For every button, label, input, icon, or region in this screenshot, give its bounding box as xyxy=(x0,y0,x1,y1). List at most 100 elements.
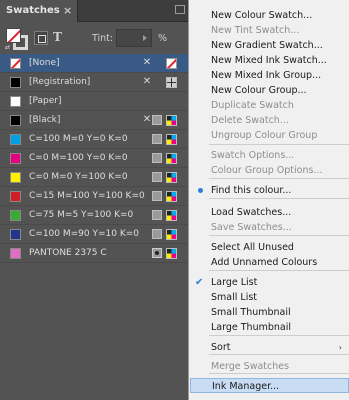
swatch-name: C=15 M=100 Y=100 K=0 xyxy=(29,191,145,201)
process-color-icon xyxy=(152,210,162,220)
menu-item-label: Load Swatches... xyxy=(211,207,292,218)
panel-flyout-menu: New Colour Swatch... New Tint Swatch... Ne… xyxy=(188,0,349,400)
swatch-color-chip xyxy=(10,58,21,69)
menu-item-ungroup-colour-group[interactable]: Ungroup Colour Group xyxy=(189,128,349,143)
menu-item-duplicate-swatch[interactable]: Duplicate Swatch xyxy=(189,98,349,113)
swatch-toolbar: ⇄ T Tint: % xyxy=(0,22,188,54)
swatch-name: C=100 M=90 Y=10 K=0 xyxy=(29,229,140,239)
swatch-row[interactable]: [None] ✕ xyxy=(0,54,188,73)
swatch-color-chip xyxy=(10,153,21,164)
menu-item-small-thumbnail[interactable]: Small Thumbnail xyxy=(189,305,349,320)
menu-item-new-mixed-ink-swatch[interactable]: New Mixed Ink Swatch... xyxy=(189,53,349,68)
menu-separator xyxy=(209,198,349,199)
cmyk-icon xyxy=(166,191,177,202)
swatch-row[interactable]: C=75 M=5 Y=100 K=0 xyxy=(0,206,188,225)
swatch-color-chip xyxy=(10,172,21,183)
process-color-icon xyxy=(152,153,162,163)
menu-item-add-unnamed-colours[interactable]: Add Unnamed Colours xyxy=(189,255,349,270)
menu-item-ink-manager[interactable]: Ink Manager... xyxy=(190,378,349,393)
menu-item-new-tint-swatch[interactable]: New Tint Swatch... xyxy=(189,23,349,38)
swatch-name: C=0 M=100 Y=0 K=0 xyxy=(29,153,128,163)
menu-item-new-gradient-swatch[interactable]: New Gradient Swatch... xyxy=(189,38,349,53)
none-slash-icon xyxy=(11,59,20,68)
menu-item-label: Add Unnamed Colours xyxy=(211,257,318,268)
swatch-list: [None] ✕ [Registration] ✕ [Paper] [Black] ✕ C=1… xyxy=(0,54,188,263)
menu-item-swatch-options[interactable]: Swatch Options... xyxy=(189,148,349,163)
formatting-affects-text-icon[interactable]: T xyxy=(53,30,62,44)
menu-item-new-colour-group[interactable]: New Colour Group... xyxy=(189,83,349,98)
swatch-name: C=100 M=0 Y=0 K=0 xyxy=(29,134,128,144)
swatch-color-chip xyxy=(10,77,21,88)
swatch-name: [Registration] xyxy=(29,77,91,87)
menu-item-new-colour-swatch[interactable]: New Colour Swatch... xyxy=(189,8,349,23)
menu-item-colour-group-options[interactable]: Colour Group Options... xyxy=(189,163,349,178)
menu-item-label: New Colour Group... xyxy=(211,85,307,96)
swap-fill-stroke-icon[interactable]: ⇄ xyxy=(5,44,10,51)
swatch-row[interactable]: C=100 M=0 Y=0 K=0 xyxy=(0,130,188,149)
menu-separator xyxy=(209,144,349,145)
menu-item-label: Duplicate Swatch xyxy=(211,100,294,111)
process-color-icon xyxy=(152,229,162,239)
swatch-row[interactable]: C=15 M=100 Y=100 K=0 xyxy=(0,187,188,206)
panel-tab-bar: Swatches × xyxy=(0,0,188,22)
menu-item-select-all-unused[interactable]: Select All Unused xyxy=(189,240,349,255)
tint-input[interactable] xyxy=(116,29,152,47)
menu-separator xyxy=(209,178,349,179)
swatch-name: [Paper] xyxy=(29,96,62,106)
panel-menu-icon[interactable] xyxy=(175,5,185,14)
menu-item-label: Large List xyxy=(211,277,258,288)
cmyk-icon xyxy=(166,153,177,164)
menu-item-save-swatches[interactable]: Save Swatches... xyxy=(189,220,349,235)
process-color-icon xyxy=(152,115,162,125)
swatch-name: [None] xyxy=(29,58,60,68)
menu-item-label: Swatch Options... xyxy=(211,150,295,161)
swatch-color-chip xyxy=(10,191,21,202)
swatch-row[interactable]: C=0 M=100 Y=0 K=0 xyxy=(0,149,188,168)
tint-unit: % xyxy=(158,33,168,44)
none-icon xyxy=(166,58,177,69)
swatch-color-chip xyxy=(10,210,21,221)
menu-item-merge-swatches[interactable]: Merge Swatches xyxy=(189,359,349,374)
menu-item-new-mixed-ink-group[interactable]: New Mixed Ink Group... xyxy=(189,68,349,83)
fill-stroke-icon[interactable]: ⇄ xyxy=(5,27,29,51)
menu-item-label: New Mixed Ink Group... xyxy=(211,70,322,81)
fill-swatch-icon[interactable] xyxy=(6,28,21,43)
menu-item-delete-swatch[interactable]: Delete Swatch... xyxy=(189,113,349,128)
swatch-row[interactable]: [Registration] ✕ xyxy=(0,73,188,92)
tab-swatches[interactable]: Swatches × xyxy=(0,0,78,22)
non-editable-icon: ✕ xyxy=(142,57,152,68)
menu-separator xyxy=(209,335,349,336)
cmyk-icon xyxy=(166,134,177,145)
formatting-affects-container-icon[interactable] xyxy=(34,31,48,45)
menu-item-label: New Colour Swatch... xyxy=(211,10,313,21)
menu-separator xyxy=(209,270,349,271)
process-color-icon xyxy=(152,134,162,144)
swatch-row[interactable]: [Black] ✕ xyxy=(0,111,188,130)
swatch-color-chip xyxy=(10,115,21,126)
menu-item-large-list[interactable]: ✔ Large List xyxy=(189,275,349,290)
menu-item-sort[interactable]: Sort › xyxy=(189,340,349,355)
menu-item-label: Find this colour... xyxy=(211,185,292,196)
swatch-row[interactable]: PANTONE 2375 C xyxy=(0,244,188,263)
process-color-icon xyxy=(152,172,162,182)
cmyk-icon xyxy=(166,172,177,183)
menu-item-large-thumbnail[interactable]: Large Thumbnail xyxy=(189,320,349,335)
swatch-row[interactable]: C=0 M=0 Y=100 K=0 xyxy=(0,168,188,187)
swatch-row[interactable]: [Paper] xyxy=(0,92,188,111)
submenu-arrow-icon: › xyxy=(338,343,342,352)
menu-item-label: Large Thumbnail xyxy=(211,322,291,333)
swatch-name: PANTONE 2375 C xyxy=(29,248,107,258)
cmyk-icon xyxy=(166,248,177,259)
tint-label: Tint: xyxy=(92,33,114,44)
swatch-name: [Black] xyxy=(29,115,61,125)
menu-item-small-list[interactable]: Small List xyxy=(189,290,349,305)
menu-item-label: Save Swatches... xyxy=(211,222,292,233)
swatches-panel: Swatches × ⇄ T Tint: % [None] ✕ [Registrat… xyxy=(0,0,188,400)
menu-item-label: Colour Group Options... xyxy=(211,165,323,176)
close-icon[interactable]: × xyxy=(63,4,72,17)
menu-item-find-this-colour[interactable]: Find this colour... xyxy=(189,183,349,198)
swatch-row[interactable]: C=100 M=90 Y=10 K=0 xyxy=(0,225,188,244)
spot-color-icon xyxy=(152,248,162,258)
menu-item-load-swatches[interactable]: Load Swatches... xyxy=(189,205,349,220)
menu-item-label: Select All Unused xyxy=(211,242,294,253)
